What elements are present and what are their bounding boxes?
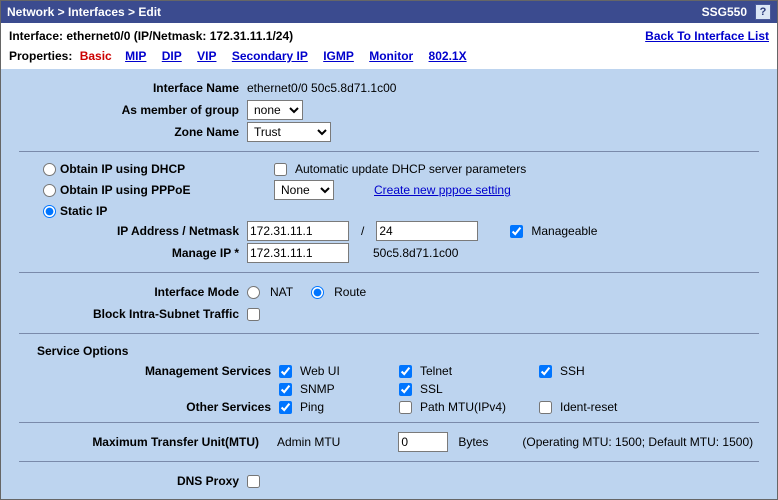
- interface-title: Interface: ethernet0/0 (IP/Netmask: 172.…: [9, 29, 293, 43]
- dhcp-auto-label: Automatic update DHCP server parameters: [295, 162, 526, 176]
- service-options-title: Service Options: [37, 344, 759, 358]
- admin-mtu-label: Admin MTU: [277, 435, 340, 449]
- pmtu-checkbox[interactable]: [399, 401, 412, 414]
- manage-mac: 50c5.8d71.1c00: [373, 246, 458, 260]
- tab-mip[interactable]: MIP: [125, 49, 146, 63]
- zone-select[interactable]: Trust: [247, 122, 331, 142]
- snmp-label: SNMP: [300, 382, 335, 396]
- manageable-label: Manageable: [531, 224, 597, 238]
- mtu-input[interactable]: [398, 432, 448, 452]
- manage-ip-input[interactable]: [247, 243, 349, 263]
- pmtu-label: Path MTU(IPv4): [420, 400, 506, 414]
- ident-checkbox[interactable]: [539, 401, 552, 414]
- ssh-label: SSH: [560, 364, 585, 378]
- tab-monitor[interactable]: Monitor: [369, 49, 413, 63]
- back-link[interactable]: Back To Interface List: [645, 29, 769, 43]
- radio-route[interactable]: [311, 286, 324, 299]
- tab-dip[interactable]: DIP: [162, 49, 182, 63]
- other-label: Other Services: [19, 400, 279, 414]
- zone-label: Zone Name: [19, 125, 247, 139]
- ping-label: Ping: [300, 400, 324, 414]
- ping-checkbox[interactable]: [279, 401, 292, 414]
- dns-proxy-checkbox[interactable]: [247, 475, 260, 488]
- nat-label: NAT: [270, 285, 293, 299]
- member-select[interactable]: none: [247, 100, 303, 120]
- telnet-label: Telnet: [420, 364, 452, 378]
- tab-igmp[interactable]: IGMP: [323, 49, 354, 63]
- help-icon[interactable]: ?: [755, 4, 771, 20]
- addr-label: IP Address / Netmask: [19, 224, 247, 238]
- static-label: Static IP: [60, 204, 230, 218]
- manageable-checkbox[interactable]: [510, 225, 523, 238]
- iface-name-value: ethernet0/0 50c5.8d71.1c00: [247, 81, 396, 95]
- route-label: Route: [334, 285, 366, 299]
- tab-vip[interactable]: VIP: [197, 49, 216, 63]
- properties-label: Properties:: [9, 49, 72, 63]
- manage-ip-label: Manage IP *: [19, 246, 247, 260]
- slash-label: /: [355, 224, 370, 238]
- netmask-input[interactable]: [376, 221, 478, 241]
- bytes-label: Bytes: [458, 435, 488, 449]
- tab-secondary-ip[interactable]: Secondary IP: [232, 49, 308, 63]
- block-label: Block Intra-Subnet Traffic: [19, 307, 247, 321]
- dhcp-auto-checkbox[interactable]: [274, 163, 287, 176]
- ssh-checkbox[interactable]: [539, 365, 552, 378]
- radio-dhcp[interactable]: [43, 163, 56, 176]
- dhcp-label: Obtain IP using DHCP: [60, 162, 230, 176]
- telnet-checkbox[interactable]: [399, 365, 412, 378]
- dns-proxy-label: DNS Proxy: [19, 474, 247, 488]
- mode-label: Interface Mode: [19, 285, 247, 299]
- snmp-checkbox[interactable]: [279, 383, 292, 396]
- mgmt-label: Management Services: [19, 364, 279, 378]
- webui-checkbox[interactable]: [279, 365, 292, 378]
- radio-pppoe[interactable]: [43, 184, 56, 197]
- tab-8021x[interactable]: 802.1X: [429, 49, 467, 63]
- ident-label: Ident-reset: [560, 400, 617, 414]
- tab-basic: Basic: [80, 49, 112, 63]
- hostname: SSG550: [702, 5, 747, 19]
- radio-nat[interactable]: [247, 286, 260, 299]
- ssl-checkbox[interactable]: [399, 383, 412, 396]
- ssl-label: SSL: [420, 382, 443, 396]
- radio-static[interactable]: [43, 205, 56, 218]
- mtu-info: (Operating MTU: 1500; Default MTU: 1500): [522, 435, 753, 449]
- breadcrumb: Network > Interfaces > Edit: [7, 5, 161, 19]
- pppoe-label: Obtain IP using PPPoE: [60, 183, 230, 197]
- webui-label: Web UI: [300, 364, 340, 378]
- block-checkbox[interactable]: [247, 308, 260, 321]
- mtu-title-label: Maximum Transfer Unit(MTU): [19, 435, 267, 449]
- iface-name-label: Interface Name: [19, 81, 247, 95]
- ip-address-input[interactable]: [247, 221, 349, 241]
- member-label: As member of group: [19, 103, 247, 117]
- pppoe-select[interactable]: None: [274, 180, 334, 200]
- pppoe-create-link[interactable]: Create new pppoe setting: [374, 183, 511, 197]
